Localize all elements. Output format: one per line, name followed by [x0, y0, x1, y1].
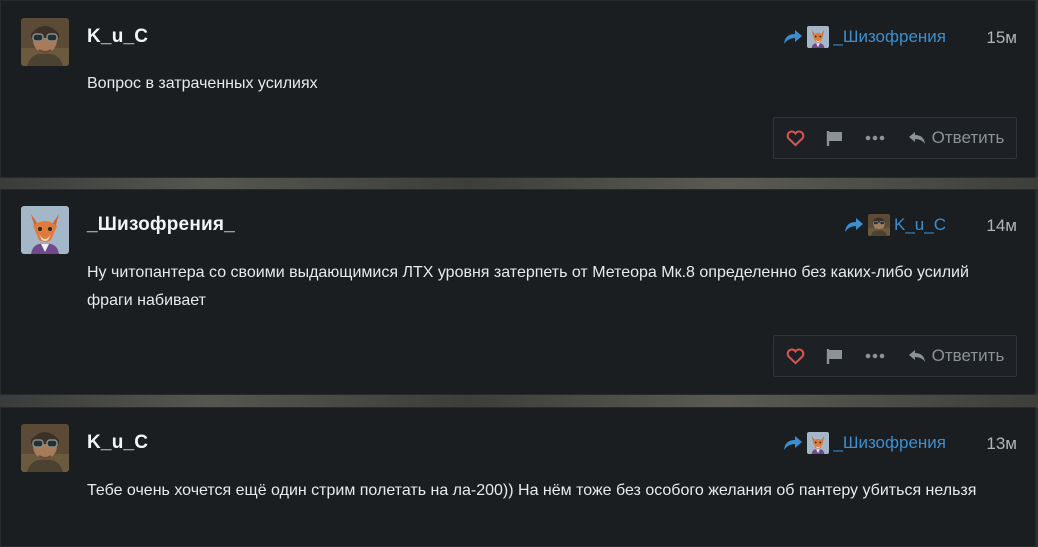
reply-button[interactable]: Ответить: [902, 118, 1010, 158]
reply-to-link[interactable]: _Шизофрения: [783, 26, 946, 48]
post-text: Вопрос в затраченных усилиях: [87, 75, 318, 92]
mini-avatar: [807, 26, 830, 48]
share-arrow-icon: [784, 30, 803, 44]
mini-avatar: [807, 432, 830, 454]
reply-arrow-icon: [908, 132, 925, 144]
post-actions: Ответить: [773, 335, 1017, 377]
avatar[interactable]: [21, 206, 69, 254]
more-button[interactable]: [862, 336, 888, 376]
reply-to-name: _Шизофрения: [833, 433, 946, 452]
post-author[interactable]: _Шизофрения_: [87, 214, 235, 236]
report-button[interactable]: [822, 336, 848, 376]
reply-button[interactable]: Ответить: [902, 336, 1010, 376]
heart-icon: [786, 130, 804, 147]
post-text: Тебе очень хочется ещё один стрим полета…: [87, 482, 977, 499]
flag-icon: [826, 348, 842, 364]
like-button[interactable]: [782, 118, 808, 158]
mini-avatar: [868, 214, 891, 236]
flag-icon: [826, 130, 842, 146]
background-strip: [0, 394, 1038, 408]
share-arrow-icon: [845, 218, 864, 232]
post-author[interactable]: K_u_C: [87, 432, 148, 454]
post: K_u_C _Шизофрения 15м Вопрос в затраченн…: [0, 0, 1036, 178]
background-strip: [0, 177, 1038, 189]
reply-label: Ответить: [931, 128, 1005, 147]
post: _Шизофрения_ K_u_C 14м Ну читопантера со…: [0, 189, 1036, 395]
reply-label: Ответить: [931, 346, 1005, 365]
post-time[interactable]: 14м: [986, 216, 1017, 236]
share-arrow-icon: [784, 436, 803, 450]
post-text: Ну читопантера со своими выдающимися ЛТХ…: [87, 264, 969, 309]
post-author[interactable]: K_u_C: [87, 26, 148, 48]
avatar[interactable]: [21, 18, 69, 66]
reply-to-name: _Шизофрения: [833, 27, 946, 46]
reply-to-name: K_u_C: [894, 215, 946, 234]
post: K_u_C _Шизофрения 13м Тебе очень хочется…: [0, 407, 1036, 547]
report-button[interactable]: [822, 118, 848, 158]
post-actions: Ответить: [773, 117, 1017, 159]
more-button[interactable]: [862, 118, 888, 158]
heart-icon: [786, 348, 804, 365]
more-dots-icon: [865, 353, 885, 359]
reply-to-link[interactable]: K_u_C: [844, 214, 946, 236]
post-time[interactable]: 13м: [986, 434, 1017, 454]
reply-to-link[interactable]: _Шизофрения: [783, 432, 946, 454]
reply-arrow-icon: [908, 350, 925, 362]
like-button[interactable]: [782, 336, 808, 376]
avatar[interactable]: [21, 424, 69, 472]
post-time[interactable]: 15м: [986, 28, 1017, 48]
more-dots-icon: [865, 135, 885, 141]
